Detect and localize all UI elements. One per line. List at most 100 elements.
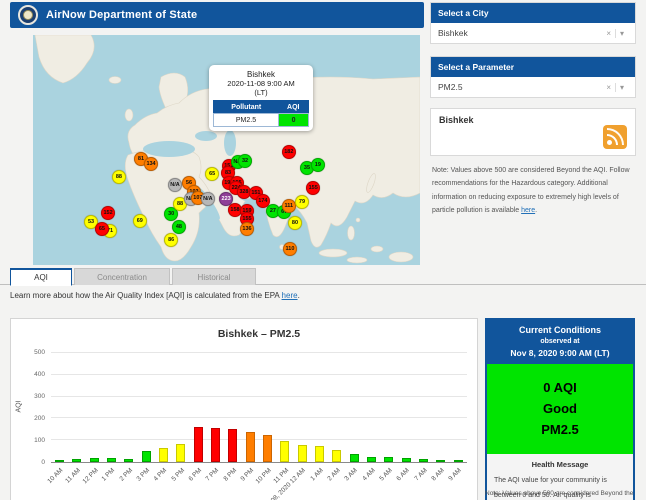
parameter-panel-title: Select a Parameter (431, 57, 635, 77)
chart-bar (332, 450, 341, 462)
chevron-down-icon[interactable]: ▾ (616, 83, 628, 92)
chart-bar (246, 432, 255, 462)
app-title: AirNow Department of State (46, 9, 197, 21)
chart-bar (350, 454, 359, 462)
map-marker[interactable]: 182 (282, 145, 296, 159)
map-marker[interactable]: 88 (112, 170, 126, 184)
chart-bar (228, 429, 237, 462)
chart-bar (402, 458, 411, 462)
chart-plot-area (51, 353, 467, 463)
chart-bar (159, 448, 168, 462)
map-marker[interactable]: 32 (238, 154, 252, 168)
chart-xtick-label: 6 AM (396, 467, 411, 482)
aqi-chart-panel: Bishkek – PM2.5 AQI 0100200300400500 10 … (10, 318, 478, 500)
map-marker[interactable]: 152 (101, 206, 115, 220)
current-conditions-panel: Current Conditions observed at Nov 8, 20… (485, 318, 635, 500)
learn-more-link[interactable]: here (282, 291, 298, 300)
popup-datetime: 2020-11-08 9:00 AM (213, 79, 309, 88)
chart-bars (51, 353, 467, 462)
chart-xtick-label: 5 AM (378, 467, 393, 482)
sidebar-note-link[interactable]: here (521, 207, 535, 214)
map-marker[interactable]: N/A (201, 192, 215, 206)
chart-ytick-label: 200 (19, 415, 45, 422)
chart-bar (107, 458, 116, 462)
chart-ytick-label: 0 (19, 459, 45, 466)
sidebar-note: Note: Values above 500 are considered Be… (432, 164, 634, 217)
chart-xtick-label: 2 PM (118, 467, 134, 483)
chart-xtick-label: 10 AM (47, 467, 65, 485)
aqi-parameter: PM2.5 (491, 420, 629, 441)
learn-more-prefix: Learn more about how the Air Quality Ind… (10, 291, 282, 300)
parameter-select-value: PM2.5 (438, 82, 602, 92)
state-department-seal-icon (18, 5, 38, 25)
map-marker[interactable]: 110 (283, 242, 297, 256)
chart-bar (90, 458, 99, 462)
chart-xtick-label: 6 PM (188, 467, 204, 483)
aqi-category: Good (491, 399, 629, 420)
chart-xtick-label: 4 PM (153, 467, 169, 483)
chart-xlabels: 10 AM11 AM12 PM1 PM2 PM3 PM4 PM5 PM6 PM7… (51, 465, 467, 500)
map-marker[interactable]: 65 (205, 167, 219, 181)
chart-xtick-label: 2 AM (326, 467, 341, 482)
chevron-down-icon[interactable]: ▾ (616, 29, 628, 38)
rss-icon[interactable] (603, 125, 627, 149)
map-marker[interactable]: 111 (282, 199, 296, 213)
chart-bar (211, 428, 220, 462)
city-panel-title: Select a City (431, 3, 635, 23)
chart-bar (142, 451, 151, 462)
learn-more-text: Learn more about how the Air Quality Ind… (10, 291, 300, 300)
chart-xtick-label: 9 PM (240, 467, 256, 483)
chart-xtick-label: 7 AM (413, 467, 428, 482)
map-marker[interactable]: 65 (95, 222, 109, 236)
chart-bar (194, 427, 203, 462)
popup-aqi-value: 0 (279, 114, 309, 127)
chart-bar (315, 446, 324, 462)
current-conditions-header: Current Conditions observed at Nov 8, 20… (487, 320, 633, 364)
learn-more-suffix: . (298, 291, 300, 300)
map-marker[interactable]: 69 (133, 214, 147, 228)
chart-xtick-label: 1 AM (309, 467, 324, 482)
chart-xtick-label: 3 AM (344, 467, 359, 482)
world-aqi-map[interactable]: 88811345371152656986304888N/A56103N/A107… (33, 35, 420, 265)
chart-bar (280, 441, 289, 462)
map-marker[interactable]: 86 (164, 233, 178, 247)
tab-concentration[interactable]: Concentration (74, 268, 170, 285)
popup-timezone: (LT) (213, 88, 309, 97)
chart-xtick-label: 1 PM (101, 467, 117, 483)
chart-xtick-label: 4 AM (361, 467, 376, 482)
clear-icon[interactable]: × (602, 29, 616, 38)
chart-ytick-label: 100 (19, 437, 45, 444)
health-message-title: Health Message (494, 460, 626, 469)
observed-at-label: observed at (491, 338, 629, 345)
parameter-select[interactable]: PM2.5 × ▾ (431, 77, 635, 97)
tab-historical[interactable]: Historical (172, 268, 256, 285)
clear-icon[interactable]: × (602, 83, 616, 92)
bottom-note: Note: Values above 500 are considered Be… (485, 490, 635, 497)
chart-bar (454, 460, 463, 462)
observed-at-datetime: Nov 8, 2020 9:00 AM (LT) (491, 348, 629, 358)
parameter-select-panel: Select a Parameter PM2.5 × ▾ (430, 56, 636, 98)
chart-bar (55, 460, 64, 462)
chart-xtick-label: 3 PM (136, 467, 152, 483)
popup-col-aqi: AQI (279, 101, 309, 114)
map-marker[interactable]: 48 (172, 220, 186, 234)
chart-bar (72, 459, 81, 462)
feed-panel: Bishkek (430, 108, 636, 156)
current-conditions-title: Current Conditions (491, 325, 629, 335)
map-marker[interactable]: 136 (240, 222, 254, 236)
map-marker[interactable]: N/A (168, 178, 182, 192)
map-marker[interactable]: 134 (144, 157, 158, 171)
aqi-status-block: 0 AQI Good PM2.5 (487, 364, 633, 454)
tab-aqi[interactable]: AQI (10, 268, 72, 286)
map-marker[interactable]: 155 (306, 181, 320, 195)
map-popup[interactable]: Bishkek 2020-11-08 9:00 AM (LT) Pollutan… (209, 65, 313, 131)
sidebar-note-suffix: . (535, 207, 537, 214)
map-marker[interactable]: 19 (311, 158, 325, 172)
chart-xtick-label: 7 PM (205, 467, 221, 483)
map-marker[interactable]: 79 (295, 195, 309, 209)
chart-bar (436, 460, 445, 462)
city-select-panel: Select a City Bishkek × ▾ (430, 2, 636, 44)
chart-bar (176, 444, 185, 462)
map-marker[interactable]: 80 (288, 216, 302, 230)
city-select[interactable]: Bishkek × ▾ (431, 23, 635, 43)
